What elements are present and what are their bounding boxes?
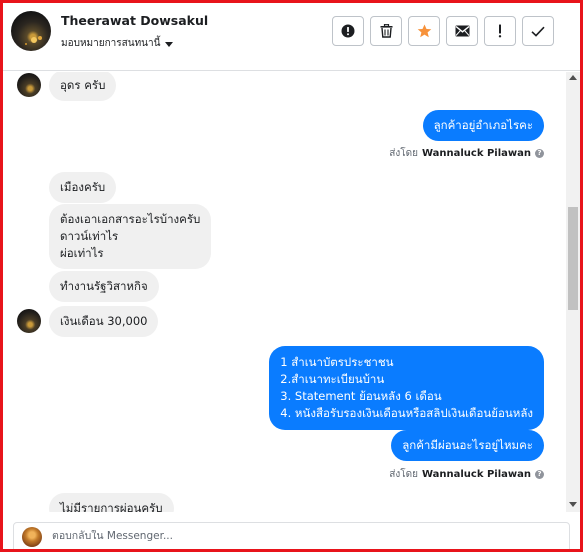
page-avatar bbox=[22, 527, 42, 547]
incoming-message[interactable]: เงินเดือน 30,000 bbox=[49, 306, 159, 337]
thread-scrollbar[interactable] bbox=[566, 72, 580, 512]
conversation-header: Theerawat Dowsakul มอบหมายการสนทนานี้ bbox=[3, 3, 580, 71]
assign-label: มอบหมายการสนทนานี้ bbox=[61, 38, 161, 49]
sent-by-prefix: ส่งโดย bbox=[389, 148, 418, 159]
message-line: 3. Statement ย้อนหลัง 6 เดือน bbox=[280, 389, 442, 403]
contact-name[interactable]: Theerawat Dowsakul bbox=[61, 13, 208, 28]
mark-unread-button[interactable] bbox=[446, 16, 478, 46]
incoming-message[interactable]: ต้องเอาเอกสารอะไรบ้างครับ ดาวน์เท่าไร ผ่… bbox=[49, 204, 212, 269]
question-icon[interactable]: ? bbox=[535, 470, 544, 479]
message-line: ต้องเอาเอกสารอะไรบ้างครับ bbox=[60, 212, 201, 226]
caret-down-icon bbox=[165, 41, 174, 47]
sent-by-label: ส่งโดย Wannaluck Pilawan ? bbox=[389, 467, 544, 482]
sender-name[interactable]: Wannaluck Pilawan bbox=[422, 469, 531, 480]
question-icon[interactable]: ? bbox=[535, 149, 544, 158]
sender-name[interactable]: Wannaluck Pilawan bbox=[422, 148, 531, 159]
contact-avatar-small bbox=[17, 73, 41, 97]
incoming-message[interactable]: ทำงานรัฐวิสาหกิจ bbox=[49, 271, 159, 302]
reply-input[interactable] bbox=[52, 530, 552, 542]
scroll-thumb[interactable] bbox=[568, 207, 578, 310]
contact-avatar[interactable] bbox=[11, 11, 51, 51]
assign-conversation-dropdown[interactable]: มอบหมายการสนทนานี้ bbox=[61, 36, 174, 51]
trash-icon bbox=[380, 24, 392, 38]
outgoing-message[interactable]: ลูกค้าอยู่อำเภอไรคะ bbox=[422, 110, 544, 141]
message-line: 4. หนังสือรับรองเงินเดือนหรือสลิปเงินเดื… bbox=[280, 406, 533, 420]
reply-composer bbox=[13, 522, 570, 549]
incoming-message[interactable]: เมืองครับ bbox=[49, 172, 117, 203]
mark-spam-button[interactable] bbox=[332, 16, 364, 46]
sent-by-label: ส่งโดย Wannaluck Pilawan ? bbox=[389, 146, 544, 161]
incoming-message[interactable]: ไม่มีรายการผ่อนครับ bbox=[49, 493, 174, 512]
contact-avatar-small bbox=[17, 309, 41, 333]
envelope-icon bbox=[455, 25, 469, 37]
exclamation-icon bbox=[498, 24, 502, 38]
message-line: ดาวน์เท่าไร bbox=[60, 229, 119, 243]
message-line: ผ่อเท่าไร bbox=[60, 246, 104, 260]
message-thread: อุดร ครับ ลูกค้าอยู่อำเภอไรคะ ส่งโดย Wan… bbox=[3, 72, 566, 512]
conversation-toolbar bbox=[332, 16, 554, 46]
flag-button[interactable] bbox=[484, 16, 516, 46]
scroll-up-arrow-icon[interactable] bbox=[569, 75, 577, 80]
delete-button[interactable] bbox=[370, 16, 402, 46]
outgoing-message[interactable]: ลูกค้ามีผ่อนอะไรอยู่ไหมคะ bbox=[391, 430, 544, 461]
mark-done-button[interactable] bbox=[522, 16, 554, 46]
message-line: 1 สำเนาบัตรประชาชน bbox=[280, 355, 394, 369]
checkmark-icon bbox=[531, 26, 545, 37]
messenger-conversation-panel: Theerawat Dowsakul มอบหมายการสนทนานี้ อุ… bbox=[0, 0, 583, 552]
message-line: 2.สำเนาทะเบียนบ้าน bbox=[280, 372, 385, 386]
exclamation-circle-icon bbox=[341, 24, 355, 38]
incoming-message[interactable]: อุดร ครับ bbox=[49, 72, 117, 101]
scroll-down-arrow-icon[interactable] bbox=[569, 502, 577, 507]
star-icon bbox=[417, 24, 431, 38]
star-button[interactable] bbox=[408, 16, 440, 46]
outgoing-message[interactable]: 1 สำเนาบัตรประชาชน 2.สำเนาทะเบียนบ้าน 3.… bbox=[269, 346, 544, 430]
sent-by-prefix: ส่งโดย bbox=[389, 469, 418, 480]
